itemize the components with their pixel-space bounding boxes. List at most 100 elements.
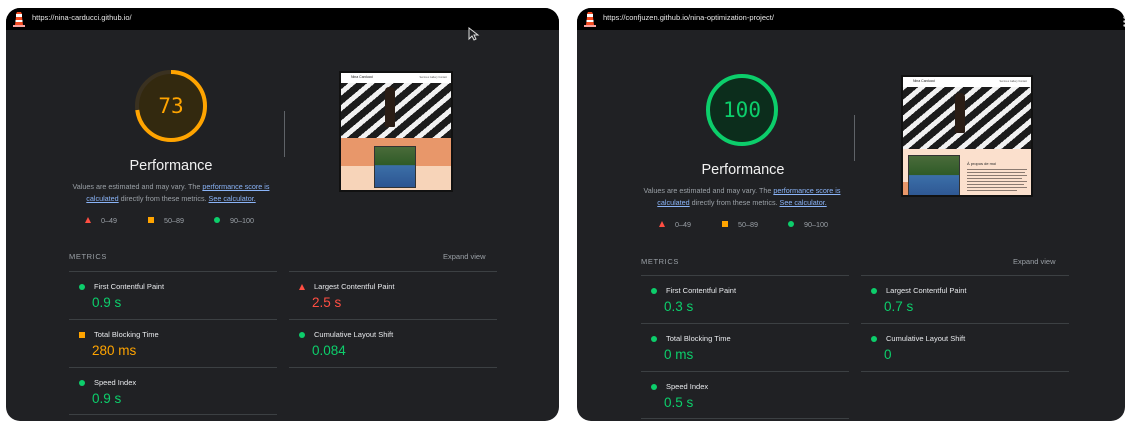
circle-icon (79, 380, 85, 386)
metric-cumulative-layout-shift: Cumulative Layout Shift 0.084 (289, 327, 497, 375)
metric-first-contentful-paint: First Contentful Paint 0.3 s (641, 283, 849, 331)
legend-label: 90–100 (230, 216, 254, 225)
metric-value: 0.7 s (884, 299, 914, 314)
screenshot-hero-person (385, 87, 395, 127)
legend-label: 0–49 (101, 216, 117, 225)
screenshot-text-line (967, 184, 1024, 185)
score-gauge: 73 (133, 68, 209, 144)
screenshot-portrait-photo (908, 155, 960, 195)
score-gauge: 100 (704, 72, 780, 148)
screenshot-text-line (967, 190, 1017, 191)
screenshot-hero-image (903, 87, 1031, 149)
metric-divider (289, 271, 497, 272)
screenshot-heading: À propos de moi (967, 161, 997, 166)
page-screenshot-thumbnail: Nina Carducci Services Gallery Contact À… (901, 75, 1033, 197)
mouse-cursor-icon (468, 27, 480, 41)
metric-value: 2.5 s (312, 295, 342, 310)
screenshot-nav: Nina Carducci Services Gallery Contact (903, 77, 1031, 87)
score-description: Values are estimated and may vary. The p… (642, 185, 842, 209)
metric-value: 280 ms (92, 343, 137, 358)
screenshot-text-line (967, 172, 1025, 173)
metric-label: First Contentful Paint (666, 286, 737, 295)
metric-label: Cumulative Layout Shift (314, 330, 394, 339)
circle-icon (651, 336, 657, 342)
metrics-title: METRICS (641, 257, 679, 266)
screenshot-hero-person (955, 93, 965, 133)
metric-label: Speed Index (666, 382, 709, 391)
metric-cumulative-layout-shift: Cumulative Layout Shift 0 (861, 331, 1069, 379)
category-title: Performance (701, 162, 785, 178)
metrics-title: METRICS (69, 252, 107, 261)
page-screenshot-thumbnail: Nina Carducci Services Gallery Contact (339, 71, 453, 192)
lighthouse-logo-icon (13, 12, 25, 27)
lighthouse-logo-icon (584, 12, 596, 27)
screenshot-text-line (967, 187, 1027, 188)
screenshot-text-line (967, 169, 1027, 170)
score-legend: 0–49 50–89 90–100 (85, 216, 265, 227)
description-text: Values are estimated and may vary. The (72, 182, 203, 191)
metric-divider (861, 275, 1069, 276)
square-icon (79, 332, 85, 338)
screenshot-hero-image (341, 83, 451, 138)
description-text: directly from these metrics. (689, 198, 780, 207)
metric-total-blocking-time: Total Blocking Time 280 ms (69, 327, 277, 375)
metric-value: 0 (884, 347, 892, 362)
divider (284, 111, 285, 157)
circle-icon (214, 217, 220, 223)
metric-value: 0.9 s (92, 295, 122, 310)
metric-label: Total Blocking Time (94, 330, 159, 339)
triangle-icon (659, 221, 665, 227)
metric-largest-contentful-paint: Largest Contentful Paint 0.7 s (861, 283, 1069, 331)
square-icon (148, 217, 154, 223)
score-legend: 0–49 50–89 90–100 (659, 220, 839, 231)
see-calculator-link[interactable]: See calculator. (780, 198, 827, 207)
metric-label: Largest Contentful Paint (886, 286, 967, 295)
expand-view-button[interactable]: Expand view (443, 252, 486, 261)
url-bar: https://confjuzen.github.io/nina-optimiz… (577, 8, 1125, 30)
description-text: directly from these metrics. (118, 194, 209, 203)
performance-score: 73 (158, 94, 184, 118)
square-icon (722, 221, 728, 227)
metric-label: Total Blocking Time (666, 334, 731, 343)
screenshot-nav: Nina Carducci Services Gallery Contact (341, 73, 451, 83)
expand-view-button[interactable]: Expand view (1013, 257, 1056, 266)
screenshot-text-line (967, 181, 1027, 182)
circle-icon (299, 332, 305, 338)
screenshot-text-line (967, 175, 1027, 176)
circle-icon (871, 336, 877, 342)
screenshot-nav-links: Services Gallery Contact (999, 80, 1027, 83)
report-url[interactable]: https://confjuzen.github.io/nina-optimiz… (603, 13, 774, 22)
metric-value: 0.5 s (664, 395, 694, 410)
metric-largest-contentful-paint: Largest Contentful Paint 2.5 s (289, 279, 497, 327)
report-url[interactable]: https://nina-carducci.github.io/ (32, 13, 132, 22)
score-description: Values are estimated and may vary. The p… (71, 181, 271, 205)
metric-first-contentful-paint: First Contentful Paint 0.9 s (69, 279, 277, 327)
circle-icon (79, 284, 85, 290)
metric-speed-index: Speed Index 0.9 s (69, 375, 277, 421)
circle-icon (788, 221, 794, 227)
performance-score: 100 (723, 98, 761, 122)
metric-label: Largest Contentful Paint (314, 282, 395, 291)
metric-label: Speed Index (94, 378, 137, 387)
circle-icon (871, 288, 877, 294)
metric-value: 0.084 (312, 343, 346, 358)
lighthouse-report-panel-right: https://confjuzen.github.io/nina-optimiz… (577, 8, 1125, 421)
see-calculator-link[interactable]: See calculator. (209, 194, 256, 203)
legend-label: 90–100 (804, 220, 828, 229)
metric-value: 0.3 s (664, 299, 694, 314)
metric-label: Cumulative Layout Shift (886, 334, 966, 343)
legend-label: 50–89 (738, 220, 758, 229)
metric-label: First Contentful Paint (94, 282, 165, 291)
metric-divider (641, 275, 849, 276)
triangle-icon (85, 217, 91, 223)
screenshot-nav-links: Services Gallery Contact (419, 76, 447, 79)
description-text: Values are estimated and may vary. The (643, 186, 774, 195)
category-title: Performance (129, 158, 213, 174)
divider (854, 115, 855, 161)
metric-divider (69, 271, 277, 272)
metric-total-blocking-time: Total Blocking Time 0 ms (641, 331, 849, 379)
metric-value: 0.9 s (92, 391, 122, 406)
screenshot-site-name: Nina Carducci (351, 75, 373, 79)
legend-label: 50–89 (164, 216, 184, 225)
screenshot-portrait-photo (374, 146, 416, 188)
